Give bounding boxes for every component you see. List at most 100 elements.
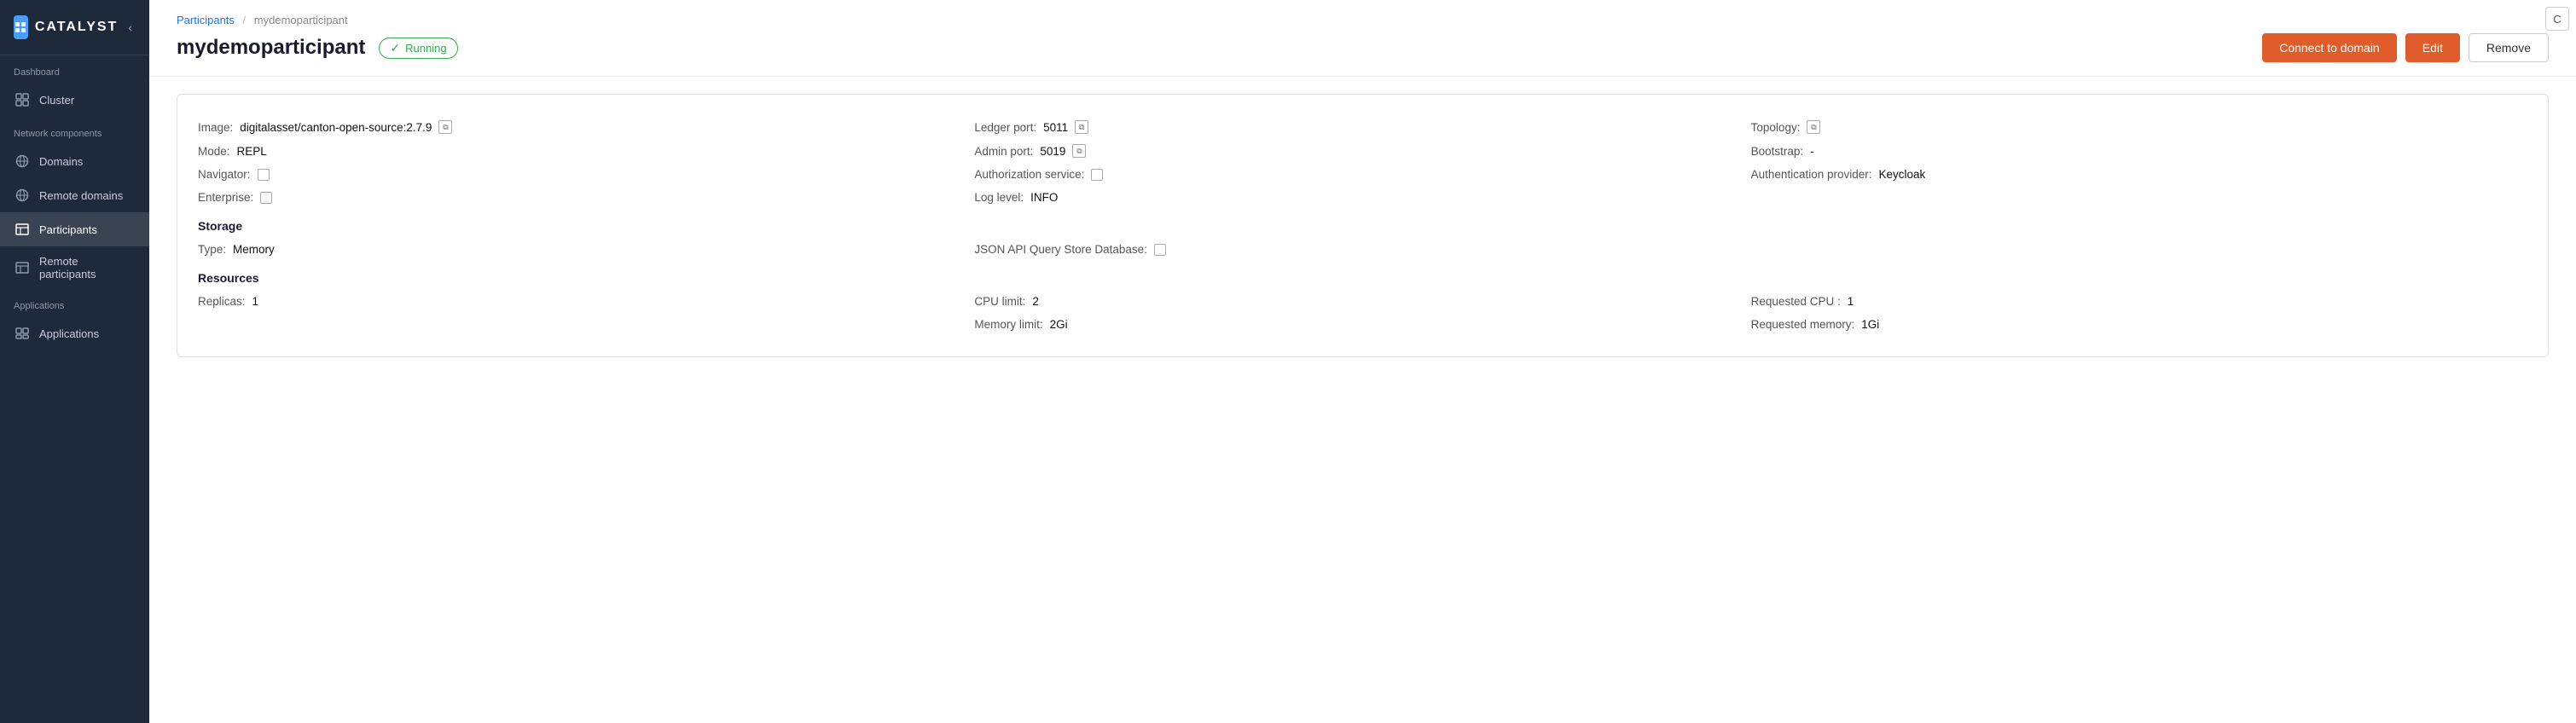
title-row: mydemoparticipant ✓ Running Connect to d… (177, 33, 2549, 62)
topology-label: Topology: (1751, 121, 1801, 134)
cpu-limit-label: CPU limit: (974, 295, 1025, 308)
navigator-label: Navigator: (198, 168, 251, 181)
logo-text: CATALYST (35, 20, 118, 35)
navigator-checkbox (258, 169, 270, 181)
sidebar-item-remote-domains[interactable]: Remote domains (0, 178, 149, 212)
cpu-limit-value: 2 (1032, 295, 1039, 308)
req-memory-value: 1Gi (1861, 318, 1879, 331)
page-title: mydemoparticipant (177, 36, 365, 60)
applications-icon (14, 325, 31, 342)
mode-value: REPL (237, 145, 267, 158)
sidebar-collapse-button[interactable]: ‹ (125, 17, 136, 38)
edit-button[interactable]: Edit (2405, 33, 2460, 62)
breadcrumb: Participants / mydemoparticipant (177, 14, 2549, 26)
sidebar-item-remote-domains-label: Remote domains (39, 189, 123, 202)
enterprise-row: Enterprise: (198, 186, 974, 209)
admin-port-value: 5019 (1040, 145, 1065, 158)
storage-type-value: Memory (233, 243, 275, 256)
ledger-port-value: 5011 (1043, 121, 1068, 134)
status-check-icon: ✓ (390, 41, 400, 55)
auth-provider-value: Keycloak (1879, 168, 1926, 181)
window-button[interactable]: C (2545, 7, 2569, 31)
remove-button[interactable]: Remove (2469, 33, 2549, 62)
req-cpu-label: Requested CPU : (1751, 295, 1841, 308)
memory-limit-value: 2Gi (1050, 318, 1068, 331)
applications-section-label: Applications (0, 289, 149, 316)
topology-copy-icon[interactable]: ⧉ (1807, 120, 1820, 134)
replicas-value: 1 (252, 295, 259, 308)
sidebar-item-applications-label: Applications (39, 327, 99, 340)
ledger-port-label: Ledger port: (974, 121, 1036, 134)
bootstrap-value: - (1810, 145, 1814, 158)
sidebar-item-applications[interactable]: Applications (0, 316, 149, 350)
detail-card: Image: digitalasset/canton-open-source:2… (177, 94, 2549, 357)
bootstrap-label: Bootstrap: (1751, 145, 1804, 158)
json-api-label: JSON API Query Store Database: (974, 243, 1147, 256)
log-level-row: Log level: INFO (974, 186, 1750, 209)
storage-type-label: Type: (198, 243, 226, 256)
logo-area: CATALYST ‹ (0, 0, 149, 55)
admin-port-copy-icon[interactable]: ⧉ (1072, 144, 1086, 158)
image-copy-icon[interactable]: ⧉ (438, 120, 452, 134)
sidebar: CATALYST ‹ Dashboard Cluster Network com… (0, 0, 149, 723)
auth-service-checkbox (1091, 169, 1103, 181)
cpu-limit-row: CPU limit: 2 (974, 290, 1750, 313)
auth-provider-label: Authentication provider: (1751, 168, 1872, 181)
navigator-row: Navigator: (198, 163, 974, 186)
sidebar-item-domains-label: Domains (39, 155, 83, 168)
log-level-value: INFO (1030, 191, 1058, 204)
header-actions: Connect to domain Edit Remove (2262, 33, 2549, 62)
json-api-checkbox (1154, 244, 1166, 256)
image-label: Image: (198, 121, 233, 134)
status-text: Running (405, 42, 446, 55)
dashboard-section-label: Dashboard (0, 55, 149, 83)
topology-row: Topology: ⧉ (1751, 115, 2527, 139)
page-header: Participants / mydemoparticipant mydemop… (149, 0, 2576, 77)
memory-limit-row: Memory limit: 2Gi (974, 313, 1750, 336)
sidebar-item-cluster[interactable]: Cluster (0, 83, 149, 117)
logo-icon (14, 15, 28, 39)
breadcrumb-current: mydemoparticipant (254, 14, 348, 26)
ledger-port-row: Ledger port: 5011 ⧉ (974, 115, 1750, 139)
replicas-label: Replicas: (198, 295, 246, 308)
sidebar-item-domains[interactable]: Domains (0, 144, 149, 178)
mode-row: Mode: REPL (198, 139, 974, 163)
bootstrap-row: Bootstrap: - (1751, 139, 2527, 163)
resources-heading: Resources (198, 261, 2527, 290)
sidebar-item-participants[interactable]: Participants (0, 212, 149, 246)
sidebar-item-participants-label: Participants (39, 223, 97, 236)
admin-port-row: Admin port: 5019 ⧉ (974, 139, 1750, 163)
enterprise-label: Enterprise: (198, 191, 253, 204)
req-memory-row: Requested memory: 1Gi (1751, 313, 2527, 336)
admin-port-label: Admin port: (974, 145, 1033, 158)
remote-participants-icon (14, 259, 31, 276)
req-memory-label: Requested memory: (1751, 318, 1855, 331)
storage-heading: Storage (198, 209, 2527, 238)
sidebar-item-remote-participants-label: Remote participants (39, 255, 136, 281)
status-badge: ✓ Running (379, 38, 457, 59)
cluster-icon (14, 91, 31, 108)
mode-label: Mode: (198, 145, 230, 158)
network-section-label: Network components (0, 117, 149, 144)
connect-to-domain-button[interactable]: Connect to domain (2262, 33, 2397, 62)
participants-icon (14, 221, 31, 238)
image-row: Image: digitalasset/canton-open-source:2… (198, 115, 974, 139)
ledger-port-copy-icon[interactable]: ⧉ (1075, 120, 1088, 134)
auth-service-label: Authorization service: (974, 168, 1084, 181)
json-api-row: JSON API Query Store Database: (974, 238, 1750, 261)
remote-domains-icon (14, 187, 31, 204)
image-value: digitalasset/canton-open-source:2.7.9 (240, 121, 432, 134)
sidebar-item-remote-participants[interactable]: Remote participants (0, 246, 149, 289)
sidebar-item-cluster-label: Cluster (39, 94, 74, 107)
req-cpu-row: Requested CPU : 1 (1751, 290, 2527, 313)
log-level-label: Log level: (974, 191, 1024, 204)
main-content: Participants / mydemoparticipant mydemop… (149, 0, 2576, 723)
enterprise-checkbox (260, 192, 272, 204)
breadcrumb-separator: / (243, 14, 247, 26)
memory-limit-label: Memory limit: (974, 318, 1042, 331)
auth-service-row: Authorization service: (974, 163, 1750, 186)
breadcrumb-parent[interactable]: Participants (177, 14, 235, 26)
auth-provider-row: Authentication provider: Keycloak (1751, 163, 2527, 186)
req-cpu-value: 1 (1848, 295, 1854, 308)
replicas-row: Replicas: 1 (198, 290, 974, 313)
